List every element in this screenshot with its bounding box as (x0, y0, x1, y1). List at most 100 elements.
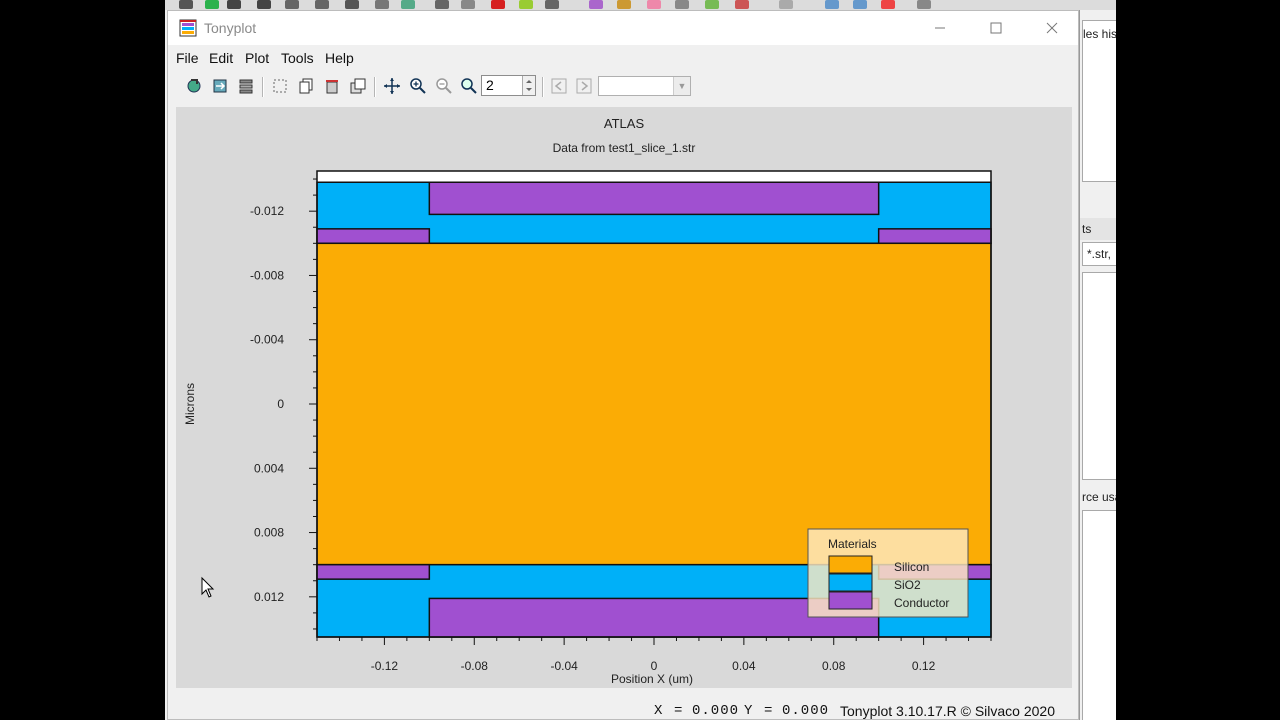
menu-help[interactable]: Help (325, 50, 354, 66)
plot-title: ATLAS (604, 116, 645, 131)
delete-button[interactable] (321, 75, 343, 97)
menu-plot[interactable]: Plot (245, 50, 269, 66)
x-tick-label: -0.04 (550, 659, 578, 673)
structure-plot[interactable]: ATLAS Data from test1_slice_1.str -0.12 -… (176, 107, 1072, 688)
x-tick-label: -0.12 (371, 659, 399, 673)
legend-title: Materials (828, 537, 877, 551)
region-conductor (316, 563, 431, 580)
y-coordinate-equals: = (764, 703, 773, 719)
version-text: Tonyplot 3.10.17.R © Silvaco 2020 (840, 703, 1056, 719)
import-button[interactable] (209, 75, 231, 97)
legend-swatch-silicon (828, 555, 873, 574)
maximize-button[interactable] (968, 11, 1024, 45)
zoom-level-value: 2 (486, 77, 494, 93)
toolbar-separator (542, 77, 544, 97)
zoom-box-button[interactable] (458, 75, 480, 97)
copy-icon (299, 78, 313, 94)
background-app-header-text: ts (1082, 222, 1092, 236)
previous-plot-button[interactable] (548, 75, 570, 97)
pan-button[interactable] (381, 75, 403, 97)
x-tick-label: 0 (651, 659, 658, 673)
region-conductor (877, 228, 992, 245)
load-icon (187, 79, 201, 93)
y-axis-label: Microns (183, 383, 197, 425)
minimize-icon (935, 27, 945, 29)
toolbar: 2 ▼ (168, 73, 1078, 101)
x-coordinate-equals: = (674, 703, 683, 719)
x-coordinate-value: 0.000 (692, 703, 740, 719)
background-app-panel: les his ts *.str, rce usa (1079, 10, 1116, 720)
selection-icon (273, 79, 287, 93)
background-app-label-text: rce usa (1082, 490, 1116, 504)
maximize-icon (990, 22, 1002, 34)
background-app-header: ts (1080, 218, 1116, 240)
stack-icon (239, 79, 253, 94)
zoom-level-spinbox[interactable]: 2 (481, 75, 536, 96)
load-button[interactable] (183, 75, 205, 97)
spin-arrows-icon (526, 80, 532, 91)
region-conductor (316, 228, 431, 245)
background-app-filter-field[interactable]: *.str, (1082, 242, 1116, 266)
background-app-filter-text: *.str, (1087, 247, 1112, 261)
chevron-down-icon[interactable]: ▼ (673, 77, 690, 95)
background-app-file-list[interactable] (1082, 272, 1116, 480)
legend-swatch-conductor (828, 591, 873, 610)
mouse-cursor-icon (201, 576, 215, 598)
zoom-out-icon (436, 78, 452, 94)
legend-swatch-sio2 (828, 573, 873, 592)
x-coordinate-label: X (654, 703, 663, 719)
region-conductor (428, 181, 880, 216)
title-bar[interactable]: Tonyplot (168, 11, 1078, 45)
background-app-toolbar (165, 0, 1116, 10)
zoom-in-button[interactable] (407, 75, 429, 97)
x-tick-label: 0.08 (822, 659, 846, 673)
background-app-output (1082, 510, 1116, 720)
materials-legend[interactable]: Materials Silicon SiO2 Conductor (807, 528, 969, 618)
x-tick-label: -0.08 (461, 659, 489, 673)
plot-subtitle: Data from test1_slice_1.str (553, 141, 696, 155)
next-plot-button[interactable] (573, 75, 595, 97)
y-coordinate-label: Y (744, 703, 753, 719)
y-tick-label: -0.012 (250, 204, 284, 218)
y-tick-label: 0.012 (254, 590, 284, 604)
next-icon (576, 78, 592, 94)
close-button[interactable] (1024, 11, 1080, 45)
y-tick-label: 0 (277, 397, 284, 411)
y-tick-label: -0.004 (250, 333, 284, 347)
x-tick-label: 0.12 (912, 659, 936, 673)
toolbar-separator (262, 77, 264, 97)
toolbar-separator (374, 77, 376, 97)
y-tick-label: -0.008 (250, 268, 284, 282)
zoom-out-button[interactable] (433, 75, 455, 97)
zoom-in-icon (410, 78, 426, 94)
overlay-icon (350, 78, 366, 94)
menu-bar: File Edit Plot Tools Help (168, 45, 1078, 71)
background-app-label: rce usa (1080, 486, 1116, 508)
select-button[interactable] (269, 75, 291, 97)
legend-label-conductor: Conductor (894, 596, 949, 610)
previous-icon (551, 78, 567, 94)
y-tick-label: 0.008 (254, 526, 284, 540)
region-silicon (316, 242, 992, 566)
tonyplot-app-icon (179, 19, 197, 37)
window-title: Tonyplot (204, 20, 257, 36)
background-app-list: les his (1082, 20, 1116, 182)
copy-button[interactable] (295, 75, 317, 97)
menu-tools[interactable]: Tools (281, 50, 314, 66)
menu-edit[interactable]: Edit (209, 50, 233, 66)
print-button[interactable] (235, 75, 257, 97)
overlay-button[interactable] (347, 75, 369, 97)
minimize-button[interactable] (912, 11, 968, 45)
status-bar: X = 0.000 Y = 0.000 Tonyplot 3.10.17.R ©… (168, 701, 1078, 720)
zoom-box-icon (461, 78, 477, 94)
menu-file[interactable]: File (176, 50, 199, 66)
desktop: les his ts *.str, rce usa Tonyplot (165, 0, 1116, 720)
y-coordinate-value: 0.000 (782, 703, 830, 719)
import-icon (213, 79, 227, 93)
legend-label-silicon: Silicon (894, 560, 929, 574)
plot-area[interactable]: ATLAS Data from test1_slice_1.str -0.12 -… (176, 107, 1072, 688)
spin-buttons[interactable] (522, 76, 535, 95)
y-tick-label: 0.004 (254, 461, 284, 475)
close-icon (1046, 22, 1058, 34)
plot-selector-combo[interactable]: ▼ (598, 76, 691, 96)
